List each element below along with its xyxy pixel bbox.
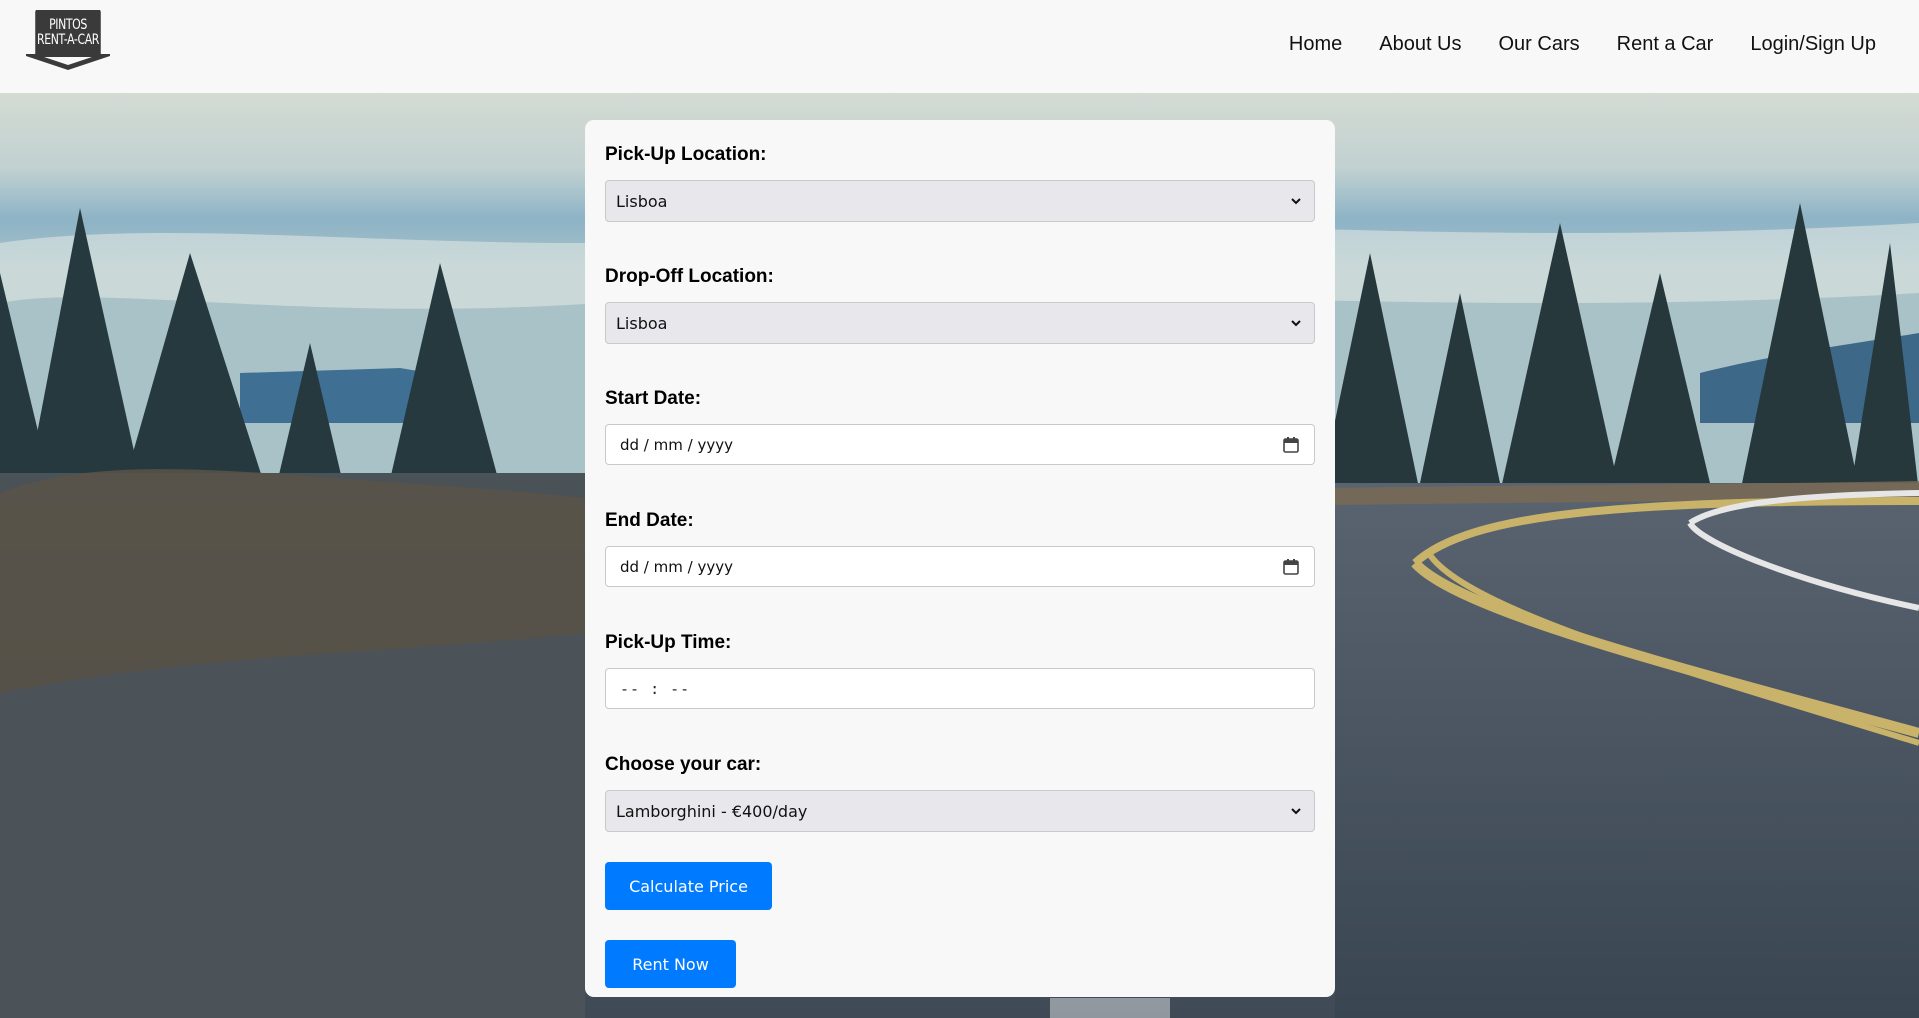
logo-chevron-icon	[26, 54, 110, 70]
nav-about-us[interactable]: About Us	[1379, 32, 1461, 56]
dropoff-location-value: Lisboa	[616, 313, 668, 333]
pickup-location-select[interactable]: Lisboa	[605, 180, 1315, 222]
calendar-icon[interactable]	[1282, 558, 1300, 576]
dropoff-location-label: Drop-Off Location:	[605, 266, 774, 287]
end-date-label: End Date:	[605, 510, 694, 531]
chevron-down-icon	[1291, 320, 1301, 327]
logo-badge: PINTOS RENT-A-CAR	[35, 10, 101, 56]
nav-login-signup[interactable]: Login/Sign Up	[1750, 32, 1876, 56]
pickup-time-input[interactable]: -- : --	[605, 668, 1315, 709]
car-select[interactable]: Lamborghini - €400/day	[605, 790, 1315, 832]
nav-rent-a-car[interactable]: Rent a Car	[1617, 32, 1714, 56]
logo-line-1: PINTOS	[49, 17, 87, 33]
pickup-time-label: Pick-Up Time:	[605, 632, 732, 653]
nav-our-cars[interactable]: Our Cars	[1499, 32, 1580, 56]
car-choice-label: Choose your car:	[605, 754, 762, 775]
start-date-input[interactable]: dd / mm / yyyy	[605, 424, 1315, 465]
chevron-down-icon	[1291, 198, 1301, 205]
chevron-down-icon	[1291, 808, 1301, 815]
pickup-time-placeholder: -- : --	[620, 679, 691, 698]
rent-now-button[interactable]: Rent Now	[605, 940, 736, 988]
start-date-label: Start Date:	[605, 388, 702, 409]
rental-form-card: Pick-Up Location: Lisboa Drop-Off Locati…	[585, 120, 1335, 997]
pickup-location-value: Lisboa	[616, 191, 668, 211]
start-date-placeholder: dd / mm / yyyy	[620, 435, 733, 454]
logo[interactable]: PINTOS RENT-A-CAR	[26, 10, 110, 70]
site-header: PINTOS RENT-A-CAR Home About Us Our Cars…	[0, 0, 1919, 93]
logo-line-2: RENT-A-CAR	[37, 32, 99, 48]
pickup-location-label: Pick-Up Location:	[605, 144, 767, 165]
car-select-value: Lamborghini - €400/day	[616, 801, 808, 821]
calendar-icon[interactable]	[1282, 436, 1300, 454]
main-nav: Home About Us Our Cars Rent a Car Login/…	[1289, 32, 1876, 56]
calculate-price-button[interactable]: Calculate Price	[605, 862, 772, 910]
end-date-placeholder: dd / mm / yyyy	[620, 557, 733, 576]
nav-home[interactable]: Home	[1289, 32, 1342, 56]
end-date-input[interactable]: dd / mm / yyyy	[605, 546, 1315, 587]
dropoff-location-select[interactable]: Lisboa	[605, 302, 1315, 344]
